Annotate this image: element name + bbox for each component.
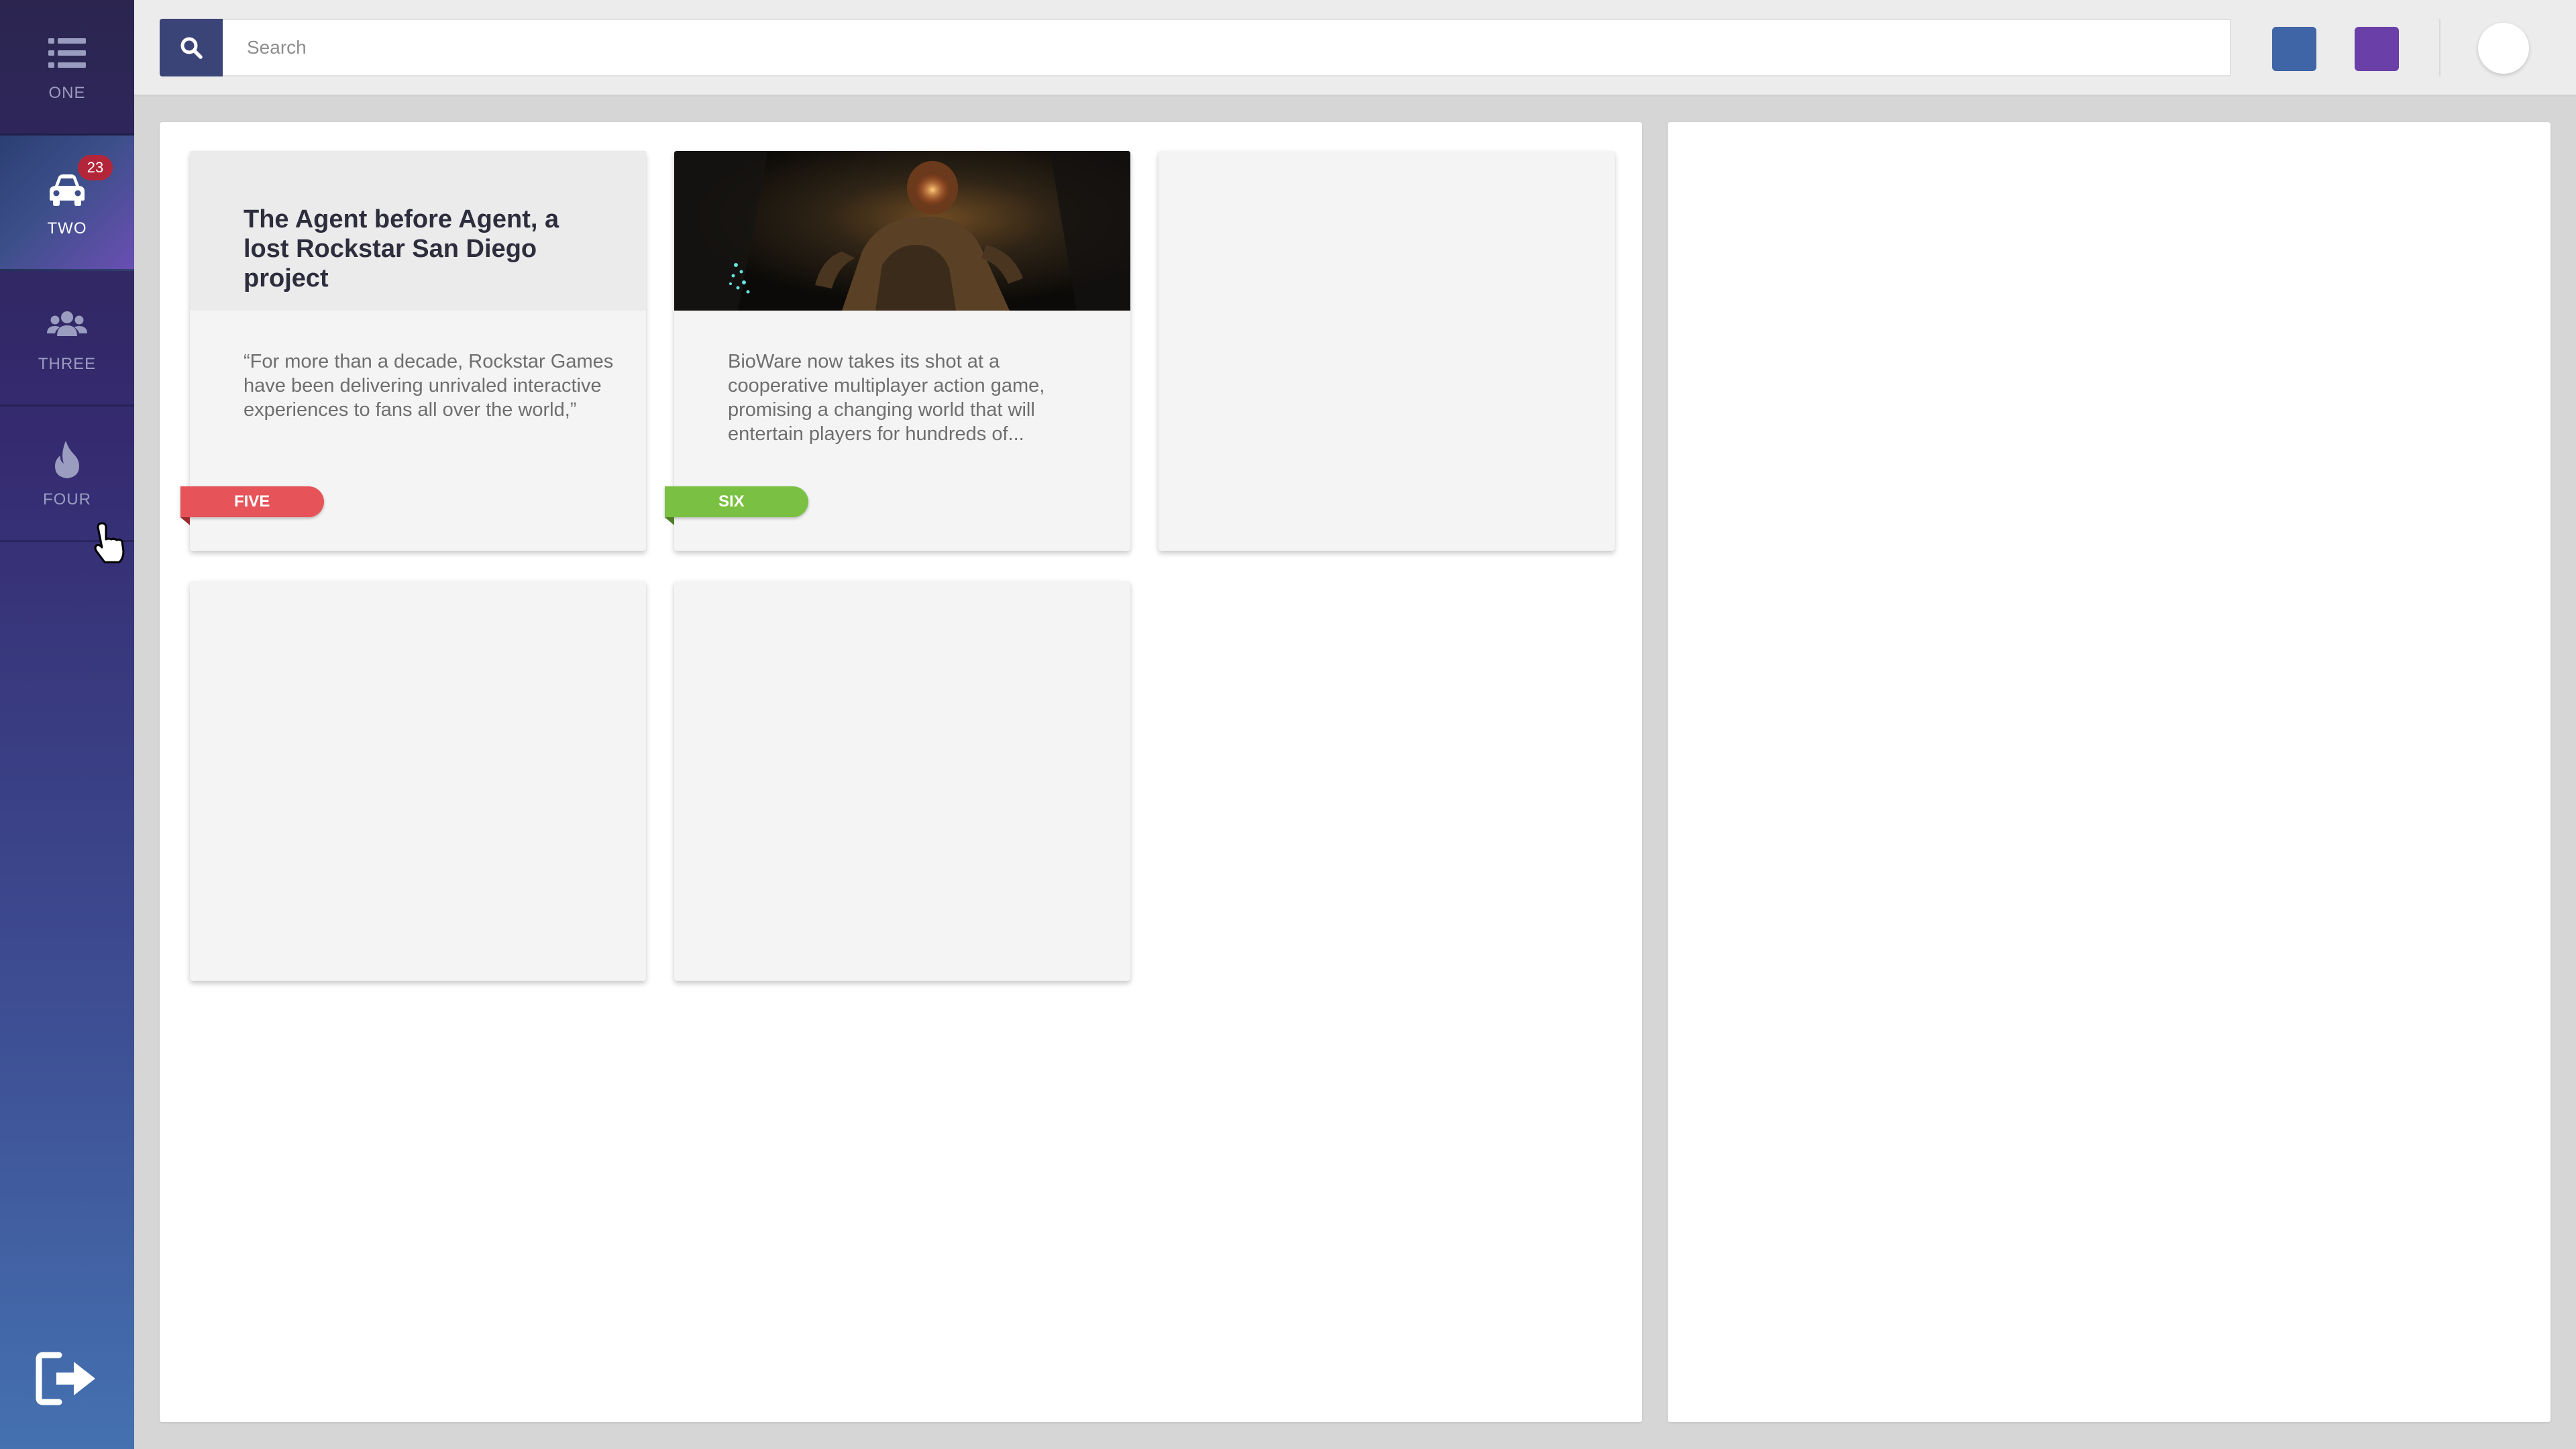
blue-color-swatch[interactable] — [2272, 27, 2316, 71]
hand-pointer-icon — [94, 522, 125, 564]
side-panel — [1668, 122, 2551, 1422]
card-image — [674, 151, 1130, 311]
card-text: “For more than a decade, Rockstar Games … — [244, 351, 614, 421]
sidebar: ONE TWO 23 THREE FOUR — [0, 0, 134, 1449]
card-title: The Agent before Agent, a lost Rockstar … — [190, 151, 646, 311]
search-input[interactable] — [223, 19, 2231, 76]
news-card-empty[interactable] — [674, 581, 1130, 981]
list-icon — [48, 38, 86, 68]
news-card-empty[interactable] — [1159, 151, 1615, 551]
main-panel: The Agent before Agent, a lost Rockstar … — [160, 122, 1642, 1422]
sidebar-item-two[interactable]: TWO 23 — [0, 136, 134, 271]
sidebar-item-one[interactable]: ONE — [0, 0, 134, 136]
top-bar — [134, 0, 2576, 97]
notification-badge: 23 — [78, 155, 113, 180]
card-tag-five[interactable]: FIVE — [180, 486, 324, 525]
card-text: BioWare now takes its shot at a cooperat… — [728, 351, 1045, 445]
sidebar-item-label: ONE — [48, 83, 86, 102]
sidebar-item-label: FOUR — [43, 490, 91, 508]
search-button[interactable] — [160, 19, 223, 76]
divider — [2439, 19, 2440, 76]
avatar[interactable] — [2478, 23, 2529, 74]
sidebar-item-three[interactable]: THREE — [0, 271, 134, 407]
search-icon — [180, 37, 203, 59]
news-card[interactable]: BioWare now takes its shot at a cooperat… — [665, 151, 1130, 551]
fire-icon — [55, 440, 79, 478]
logout-icon[interactable] — [34, 1348, 101, 1409]
sidebar-item-label: THREE — [38, 354, 97, 373]
sidebar-item-label: TWO — [47, 219, 87, 237]
news-card-empty[interactable] — [190, 581, 646, 981]
card-tag-six[interactable]: SIX — [665, 486, 808, 525]
news-card[interactable]: The Agent before Agent, a lost Rockstar … — [180, 151, 646, 551]
users-icon — [47, 311, 87, 336]
armored-character-image — [674, 151, 1130, 311]
purple-color-swatch[interactable] — [2355, 27, 2399, 71]
